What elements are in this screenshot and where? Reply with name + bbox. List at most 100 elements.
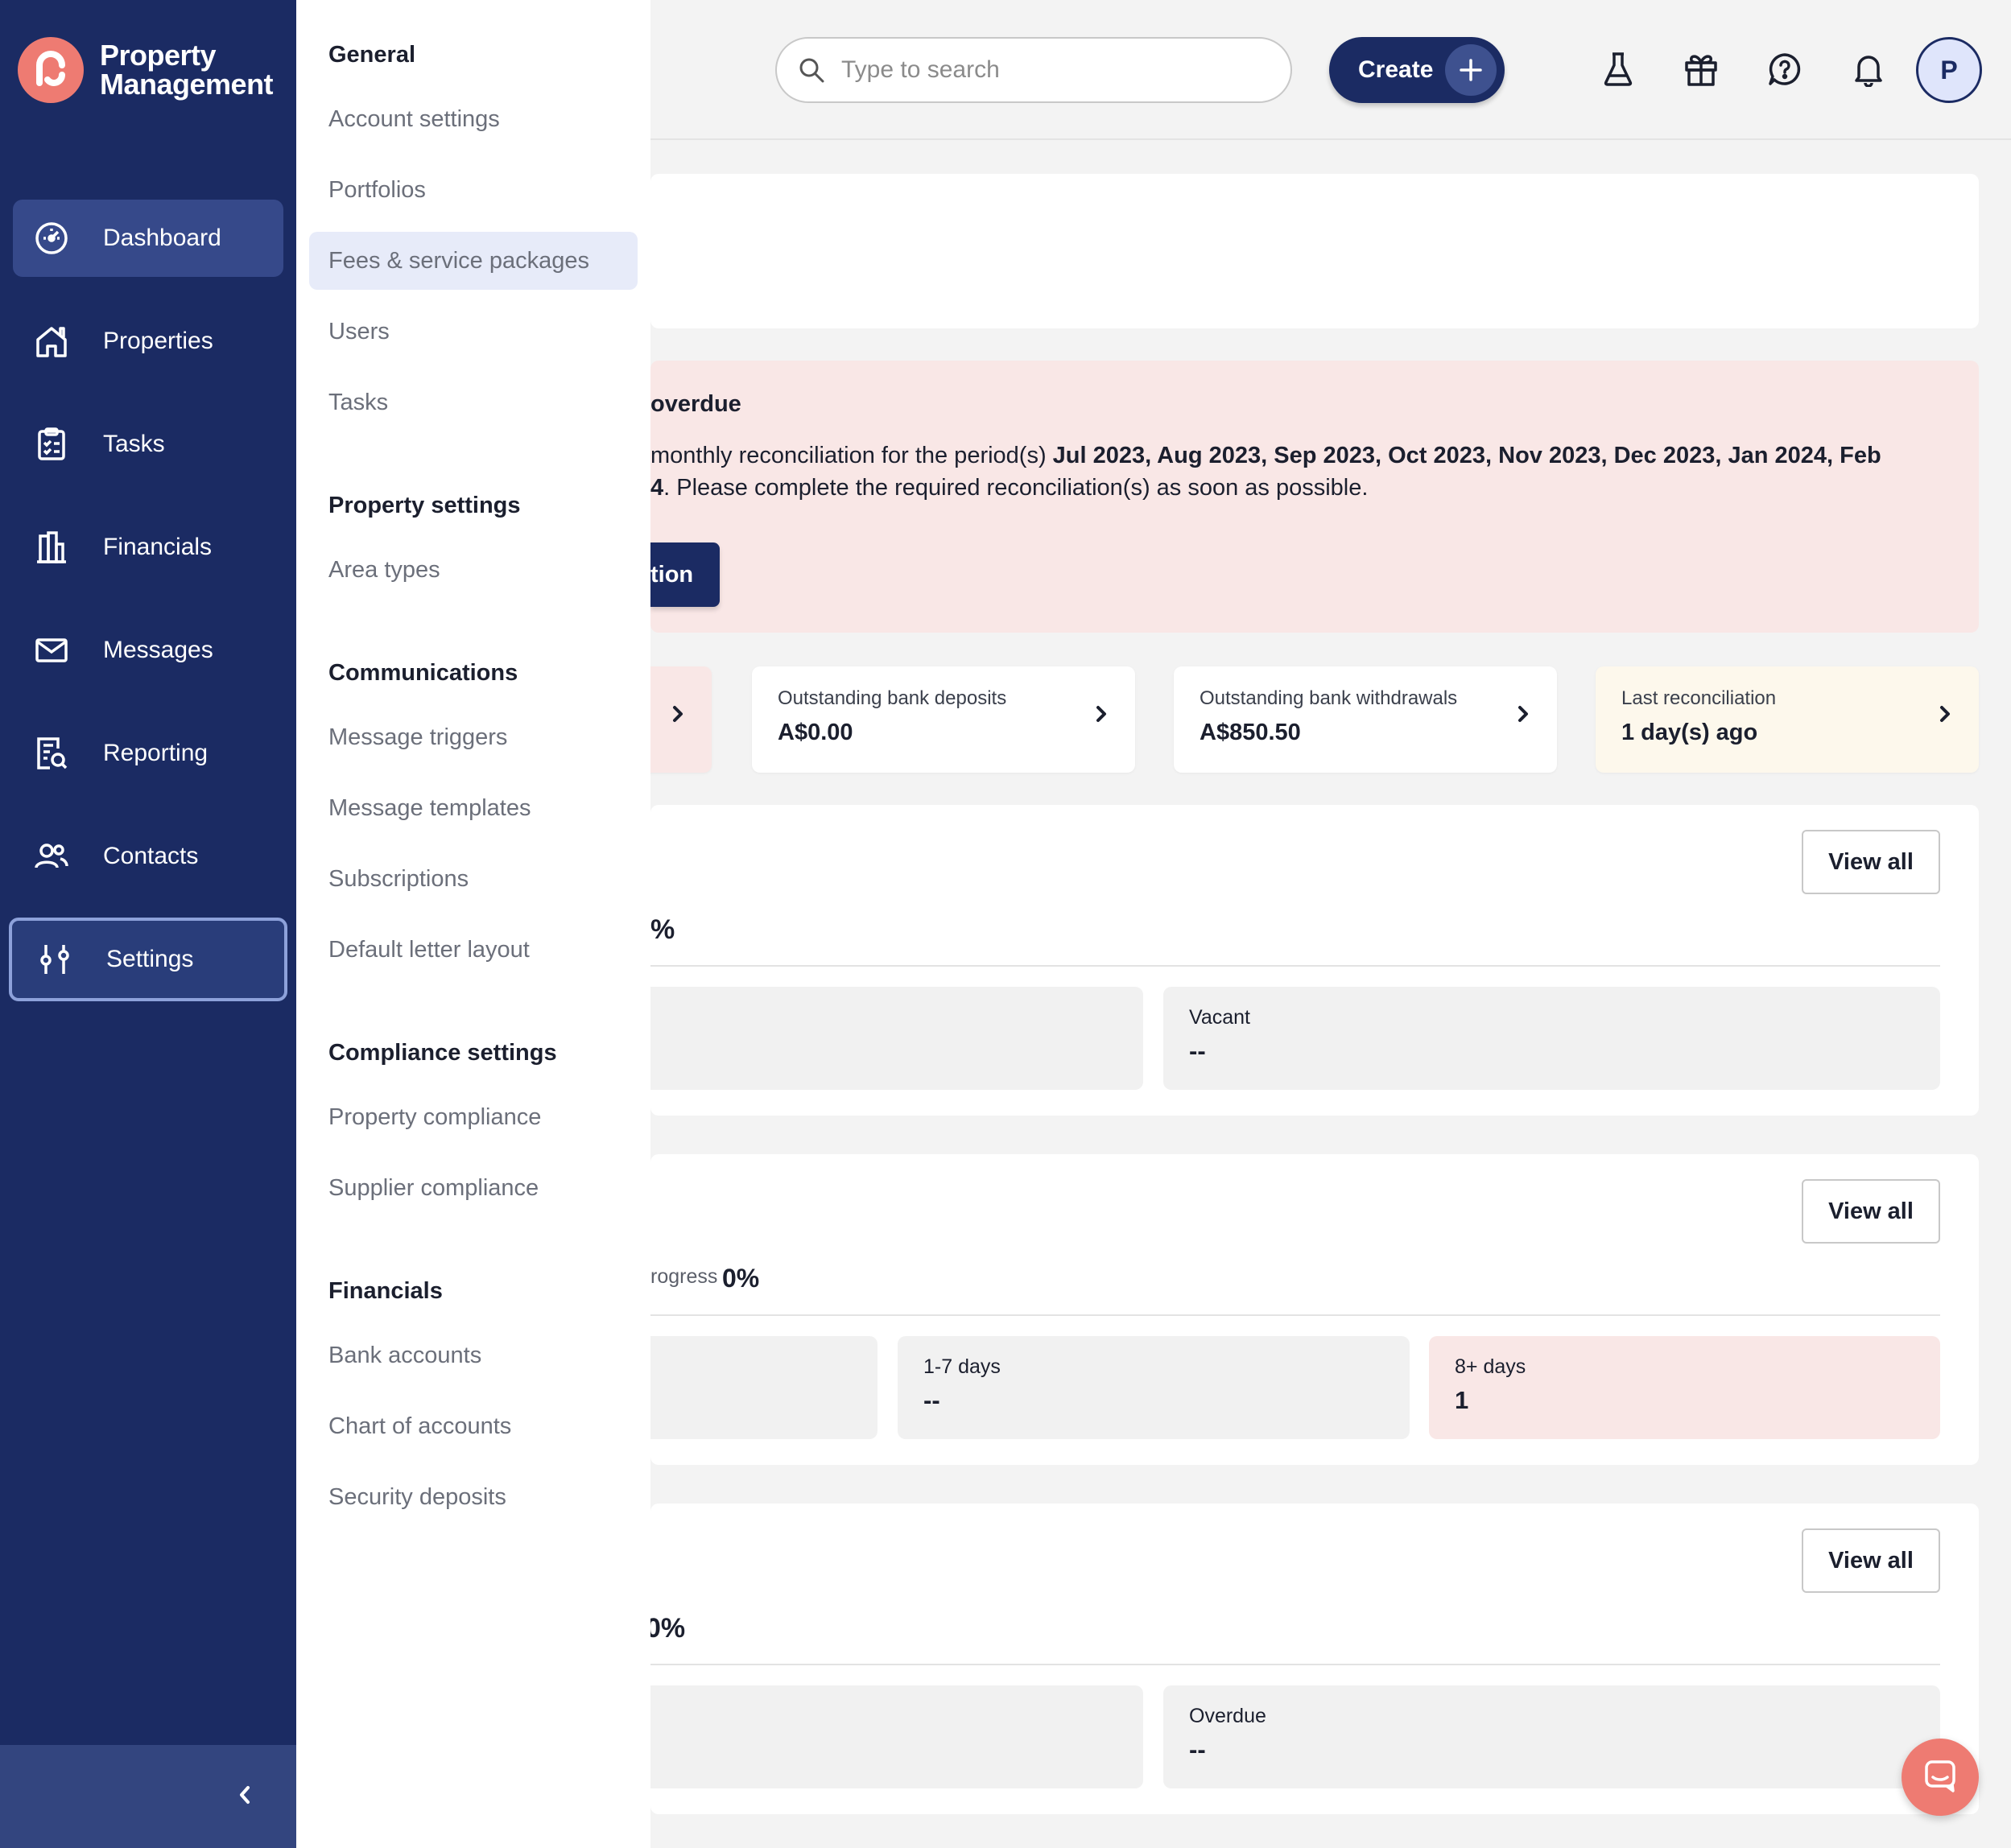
buildings-icon <box>32 528 71 567</box>
nav-label-contacts: Contacts <box>103 843 199 869</box>
reconciliation-overdue-alert: overdue monthly reconciliation for the p… <box>650 361 1979 633</box>
tile-label: 1-7 days <box>923 1355 1001 1378</box>
menu-account-settings[interactable]: Account settings <box>309 90 638 148</box>
start-reconciliation-button[interactable]: tion <box>650 542 720 607</box>
gift-icon[interactable] <box>1679 47 1724 92</box>
heading-financials: Financials <box>328 1278 443 1304</box>
chevron-right-icon <box>670 702 686 730</box>
home-icon <box>32 322 71 361</box>
user-avatar[interactable]: P <box>1916 37 1982 103</box>
heading-property-settings: Property settings <box>328 493 521 518</box>
section-2-metric: 0% <box>722 1264 760 1293</box>
menu-property-compliance[interactable]: Property compliance <box>309 1088 638 1146</box>
section-1-metric: % <box>650 914 675 945</box>
menu-area-types[interactable]: Area types <box>309 541 638 599</box>
menu-message-templates[interactable]: Message templates <box>309 779 638 837</box>
tile-hidden <box>612 1685 1143 1788</box>
sliders-icon <box>35 940 74 979</box>
search-input[interactable] <box>841 56 1260 84</box>
tile-value: -- <box>1189 1037 1206 1065</box>
alert-text: monthly reconciliation for the period(s)… <box>650 443 1881 501</box>
tile-label: Overdue <box>1189 1705 1266 1727</box>
collapse-sidebar-button[interactable] <box>0 1745 296 1848</box>
nav-label-reporting: Reporting <box>103 740 209 766</box>
search-icon <box>798 56 825 84</box>
brand-logo-icon <box>18 37 84 103</box>
alert-title: overdue <box>650 391 741 417</box>
create-button-label: Create <box>1358 56 1434 83</box>
nav-label-tasks: Tasks <box>103 431 165 457</box>
heading-compliance-settings: Compliance settings <box>328 1040 557 1066</box>
view-all-button-1[interactable]: View all <box>1802 830 1940 894</box>
nav-label-messages: Messages <box>103 637 213 663</box>
menu-portfolios[interactable]: Portfolios <box>309 161 638 219</box>
menu-bank-accounts[interactable]: Bank accounts <box>309 1326 638 1384</box>
view-all-button-2[interactable]: View all <box>1802 1179 1940 1244</box>
tile-hidden <box>612 987 1143 1090</box>
nav-item-tasks[interactable]: Tasks <box>13 406 283 483</box>
nav-label-settings: Settings <box>106 946 194 972</box>
tile-8-plus-days: 8+ days 1 <box>1429 1336 1940 1439</box>
chevron-right-icon <box>1937 702 1953 730</box>
search-box[interactable] <box>775 37 1292 103</box>
menu-supplier-compliance[interactable]: Supplier compliance <box>309 1159 638 1217</box>
menu-message-triggers[interactable]: Message triggers <box>309 708 638 766</box>
nav-label-financials: Financials <box>103 534 213 560</box>
tile-label: 8+ days <box>1455 1355 1526 1378</box>
top-bar: Create P <box>650 0 2011 140</box>
settings-flyout-menu: General Account settings Portfolios Fees… <box>296 0 650 1848</box>
envelope-icon <box>32 631 71 670</box>
section-3-metric: 0% <box>646 1613 686 1644</box>
flask-icon[interactable] <box>1596 47 1641 92</box>
stat-label: Last reconciliation <box>1621 687 1777 709</box>
menu-security-deposits[interactable]: Security deposits <box>309 1468 638 1526</box>
stat-outstanding-withdrawals[interactable]: Outstanding bank withdrawals A$850.50 <box>1174 666 1557 773</box>
tile-vacant: Vacant -- <box>1163 987 1940 1090</box>
heading-communications: Communications <box>328 660 518 686</box>
create-button[interactable]: Create <box>1329 37 1505 103</box>
tile-1-7-days: 1-7 days -- <box>898 1336 1410 1439</box>
nav-item-contacts[interactable]: Contacts <box>13 818 283 895</box>
tile-label: Vacant <box>1189 1006 1250 1029</box>
report-search-icon <box>32 734 71 773</box>
tile-value: -- <box>1189 1735 1206 1763</box>
header-card <box>650 174 1979 328</box>
stat-label: Outstanding bank deposits <box>778 687 1007 709</box>
tile-overdue: Overdue -- <box>1163 1685 1940 1788</box>
stat-outstanding-deposits[interactable]: Outstanding bank deposits A$0.00 <box>752 666 1135 773</box>
divider <box>650 1664 1940 1665</box>
stat-last-reconciliation[interactable]: Last reconciliation 1 day(s) ago <box>1596 666 1979 773</box>
brand-name: Property Management <box>100 39 274 101</box>
menu-fees-service-packages[interactable]: Fees & service packages <box>309 232 638 290</box>
menu-subscriptions[interactable]: Subscriptions <box>309 850 638 908</box>
view-all-button-3[interactable]: View all <box>1802 1528 1940 1593</box>
users-icon <box>32 837 71 876</box>
tile-value: 1 <box>1455 1386 1469 1414</box>
clipboard-icon <box>32 425 71 464</box>
brand[interactable]: Property Management <box>18 37 274 103</box>
nav-item-properties[interactable]: Properties <box>13 303 283 380</box>
dashboard-icon <box>32 219 71 258</box>
chevron-right-icon <box>1093 702 1109 730</box>
nav-item-dashboard[interactable]: Dashboard <box>13 200 283 277</box>
nav-item-financials[interactable]: Financials <box>13 509 283 586</box>
nav-item-messages[interactable]: Messages <box>13 612 283 689</box>
stat-value: A$0.00 <box>778 720 853 745</box>
menu-users[interactable]: Users <box>309 303 638 361</box>
menu-default-letter-layout[interactable]: Default letter layout <box>309 921 638 979</box>
chevron-right-icon <box>1515 702 1531 730</box>
nav-item-reporting[interactable]: Reporting <box>13 715 283 792</box>
section-2-metric-label: rogress <box>650 1265 718 1288</box>
plus-icon <box>1445 44 1497 96</box>
nav-item-settings[interactable]: Settings <box>9 918 287 1001</box>
chat-icon <box>1922 1758 1958 1797</box>
bell-icon[interactable] <box>1846 47 1891 92</box>
nav-label-properties: Properties <box>103 328 213 354</box>
menu-tasks[interactable]: Tasks <box>309 373 638 431</box>
help-icon[interactable] <box>1762 47 1807 92</box>
nav-label-dashboard: Dashboard <box>103 225 221 251</box>
chat-launcher-button[interactable] <box>1902 1739 1979 1816</box>
tile-hidden <box>612 1336 877 1439</box>
menu-chart-of-accounts[interactable]: Chart of accounts <box>309 1397 638 1455</box>
sidebar: Property Management Dashboard Properties… <box>0 0 296 1848</box>
